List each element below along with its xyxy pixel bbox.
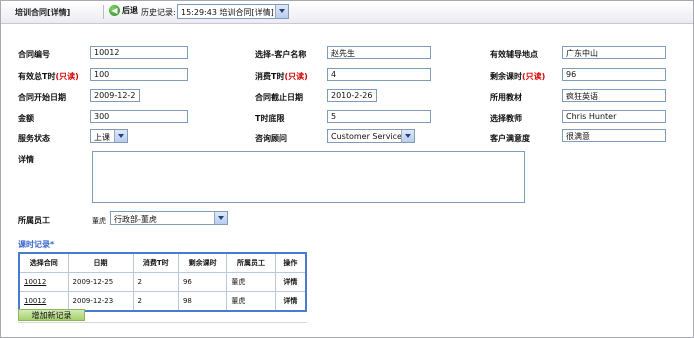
- cell-consumed: 2: [132, 291, 179, 312]
- total-hours-input[interactable]: 100: [90, 68, 188, 81]
- col-consumed: 消费T时: [132, 252, 179, 273]
- table-row: 10012 2009-12-25 2 96 董虎 详情: [18, 272, 307, 292]
- end-date-label: 合同截止日期: [255, 93, 303, 102]
- back-button[interactable]: ◀ 后退: [109, 5, 138, 16]
- history-selected-value: 15:29:43 培训合同[详情]: [181, 8, 274, 17]
- divider: [18, 322, 307, 323]
- details-link[interactable]: 详情: [274, 291, 307, 312]
- back-arrow-icon: ◀: [109, 5, 120, 16]
- history-select[interactable]: 15:29:43 培训合同[详情]: [177, 4, 289, 19]
- window-frame: 培训合同[详情] ◀ 后退 历史记录: 15:29:43 培训合同[详情] 合同…: [0, 0, 694, 338]
- customer-label: 选择-客户名称: [255, 50, 307, 59]
- top-toolbar: 培训合同[详情] ◀ 后退 历史记录: 15:29:43 培训合同[详情]: [1, 1, 693, 24]
- col-remaining: 剩余课时: [177, 252, 228, 273]
- col-staff: 所属员工: [226, 252, 276, 273]
- cell-staff: 董虎: [226, 272, 276, 292]
- chevron-down-icon: [275, 5, 288, 18]
- textbook-label: 所用教材: [490, 93, 522, 102]
- amount-input[interactable]: 300: [90, 110, 188, 123]
- service-status-label: 服务状态: [18, 134, 50, 143]
- contract-link[interactable]: 10012: [18, 272, 69, 292]
- start-date-label: 合同开始日期: [18, 93, 66, 102]
- consumed-hours-label: 消费T时(只读): [255, 72, 308, 81]
- details-link[interactable]: 详情: [274, 272, 307, 292]
- consultant-value: Customer Service: [331, 132, 402, 141]
- staff-name: 董虎: [92, 217, 106, 225]
- cell-remaining: 98: [177, 291, 228, 312]
- details-textarea[interactable]: [92, 151, 525, 203]
- contract-no-input[interactable]: 10012: [90, 46, 188, 59]
- cell-staff: 董虎: [226, 291, 276, 312]
- tutoring-location-input[interactable]: 广东中山: [562, 46, 666, 59]
- col-op: 操作: [274, 252, 307, 273]
- textbook-input[interactable]: 疯狂英语: [562, 89, 666, 102]
- satisfaction-input[interactable]: 很满意: [562, 129, 666, 142]
- staff-label: 所属员工: [18, 216, 50, 225]
- toolbar-divider: [103, 5, 104, 19]
- chevron-down-icon: [214, 212, 227, 224]
- start-date-input[interactable]: 2009-12-2: [90, 89, 140, 102]
- chevron-down-icon: [114, 130, 127, 142]
- chevron-down-icon: [401, 130, 414, 142]
- staff-dept-select[interactable]: 行政部-董虎: [110, 211, 228, 225]
- service-status-select[interactable]: 上课: [90, 129, 128, 143]
- cell-consumed: 2: [132, 272, 179, 292]
- records-table: 选择合同 日期 消费T时 剩余课时 所属员工 操作 10012 2009-12-…: [18, 252, 307, 312]
- consumed-hours-input[interactable]: 4: [327, 68, 431, 81]
- col-contract: 选择合同: [18, 252, 69, 273]
- customer-input[interactable]: 赵先生: [327, 46, 431, 59]
- consultant-label: 咨询顾问: [255, 134, 287, 143]
- teacher-label: 选择教师: [490, 114, 522, 123]
- back-label: 后退: [122, 6, 138, 15]
- records-title: 课时记录*: [18, 240, 55, 249]
- cell-remaining: 96: [177, 272, 228, 292]
- consultant-select[interactable]: Customer Service: [327, 129, 415, 143]
- teacher-input[interactable]: Chris Hunter: [562, 110, 666, 123]
- records-header-row: 选择合同 日期 消费T时 剩余课时 所属员工 操作: [18, 252, 307, 273]
- tutoring-location-label: 有效辅导地点: [490, 50, 538, 59]
- remaining-hours-input[interactable]: 96: [562, 68, 666, 81]
- staff-dept-value: 行政部-董虎: [114, 215, 157, 224]
- service-status-value: 上课: [94, 133, 110, 142]
- t-minimum-input[interactable]: 5: [327, 110, 431, 123]
- details-label: 详情: [18, 155, 34, 164]
- cell-date: 2009-12-25: [67, 272, 134, 292]
- end-date-input[interactable]: 2010-2-26: [327, 89, 377, 102]
- amount-label: 金额: [18, 114, 34, 123]
- t-minimum-label: T时底限: [255, 114, 285, 123]
- history-label: 历史记录:: [141, 8, 176, 17]
- add-record-button[interactable]: 增加新记录: [18, 309, 85, 321]
- satisfaction-label: 客户满意度: [490, 134, 530, 143]
- col-date: 日期: [67, 252, 134, 273]
- remaining-hours-label: 剩余课时(只读): [490, 72, 546, 81]
- total-hours-label: 有效总T时(只读): [18, 72, 79, 81]
- page-title: 培训合同[详情]: [15, 8, 71, 17]
- contract-no-label: 合同编号: [18, 50, 50, 59]
